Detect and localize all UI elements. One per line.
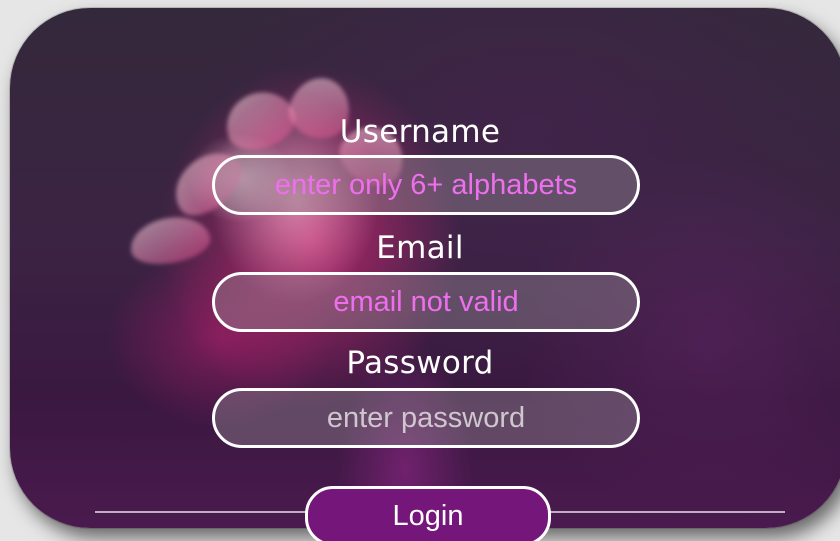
login-form: Username enter only 6+ alphabets Email e… xyxy=(0,0,840,541)
username-input[interactable]: enter only 6+ alphabets xyxy=(212,155,640,215)
email-label: Email xyxy=(376,230,464,266)
email-input[interactable]: email not valid xyxy=(212,272,640,332)
password-input[interactable]: enter password xyxy=(212,388,640,448)
login-button[interactable]: Login xyxy=(305,486,551,541)
username-label: Username xyxy=(339,114,501,150)
page: Username enter only 6+ alphabets Email e… xyxy=(0,0,840,541)
password-label: Password xyxy=(346,345,494,381)
